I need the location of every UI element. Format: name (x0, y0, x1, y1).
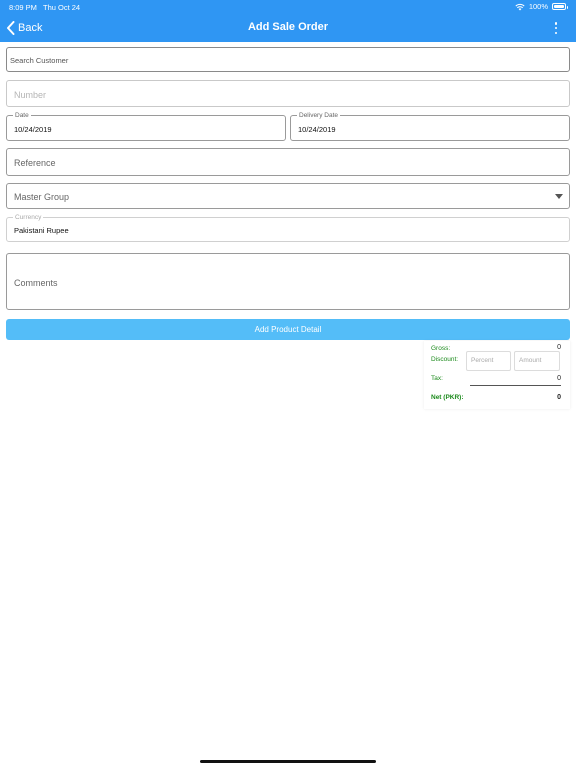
delivery-date-label: Delivery Date (297, 111, 341, 120)
order-summary: Gross: 0 Discount: Percent Amount Tax: 0… (424, 341, 570, 409)
delivery-date-value: 10/24/2019 (298, 125, 336, 134)
tax-underline (470, 385, 561, 386)
more-options-button[interactable] (552, 20, 560, 36)
page-title: Add Sale Order (247, 21, 329, 33)
net-value: 0 (557, 394, 561, 401)
battery-percent: 100% (528, 2, 548, 11)
currency-value: Pakistani Rupee (14, 226, 69, 235)
home-indicator[interactable] (200, 760, 376, 763)
reference-field[interactable]: Reference (6, 148, 570, 176)
master-group-placeholder: Master Group (14, 192, 70, 202)
status-time: 8:09 PM (9, 3, 37, 12)
search-customer-placeholder: Search Customer (10, 56, 69, 65)
discount-label: Discount: (431, 356, 459, 363)
number-field[interactable]: Number (6, 80, 570, 107)
gross-value: 0 (557, 344, 561, 351)
wifi-icon (515, 3, 525, 10)
status-date: Thu Oct 24 (43, 3, 81, 12)
tax-label: Tax: (431, 375, 443, 382)
status-indicators: 100% (515, 2, 568, 11)
date-field[interactable]: Date 10/24/2019 (6, 111, 286, 141)
number-placeholder: Number (14, 90, 47, 100)
more-vertical-icon (554, 22, 558, 25)
tax-value: 0 (557, 375, 561, 382)
search-customer-field[interactable]: Search Customer (6, 47, 570, 72)
date-value: 10/24/2019 (14, 125, 52, 134)
discount-percent-input[interactable]: Percent (466, 351, 511, 371)
add-product-detail-button[interactable]: Add Product Detail (6, 319, 570, 340)
net-label: Net (PKR): (431, 394, 464, 401)
battery-icon (552, 3, 568, 10)
comments-placeholder: Comments (14, 278, 58, 288)
master-group-select[interactable]: Master Group (6, 183, 570, 209)
currency-field[interactable]: Currency Pakistani Rupee (6, 213, 570, 242)
discount-amount-input[interactable]: Amount (514, 351, 560, 371)
reference-placeholder: Reference (14, 158, 56, 168)
delivery-date-field[interactable]: Delivery Date 10/24/2019 (290, 111, 570, 141)
currency-label: Currency (13, 213, 44, 222)
date-label: Date (13, 111, 31, 120)
app-header: 8:09 PM Thu Oct 24 100% Back Add Sale Or… (0, 0, 576, 42)
gross-label: Gross: (431, 345, 451, 352)
comments-field[interactable]: Comments (6, 253, 570, 310)
dropdown-arrow-icon (555, 194, 563, 199)
